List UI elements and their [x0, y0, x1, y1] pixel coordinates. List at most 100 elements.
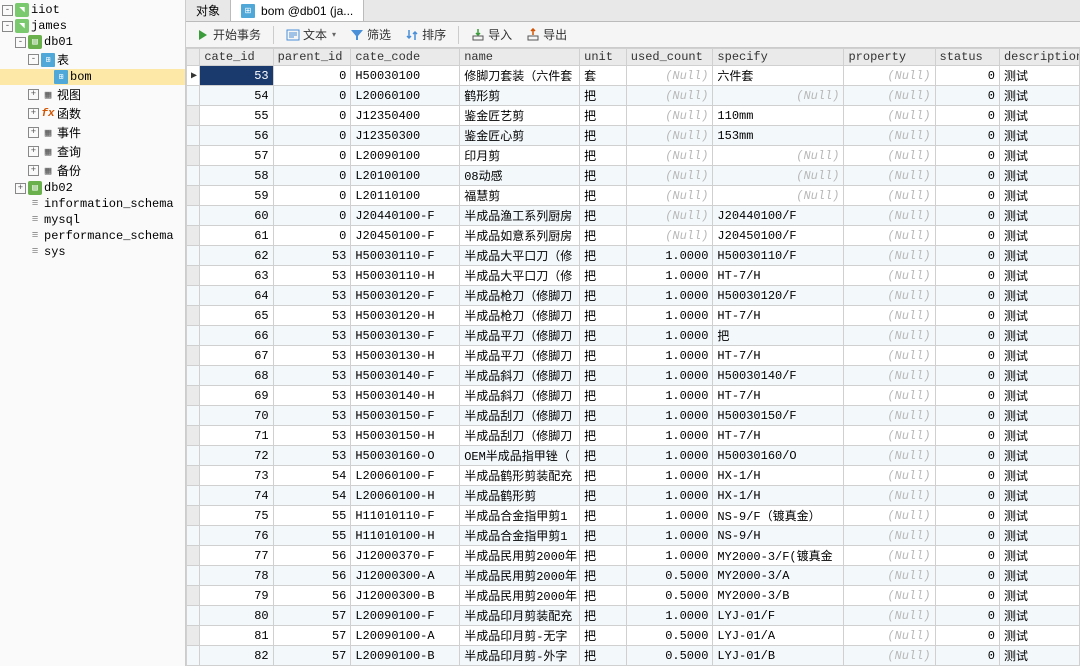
cell-used_count[interactable]: (Null): [626, 146, 713, 166]
cell-used_count[interactable]: 1.0000: [626, 406, 713, 426]
cell-unit[interactable]: 把: [580, 346, 627, 366]
cell-parent_id[interactable]: 53: [273, 406, 351, 426]
cell-parent_id[interactable]: 56: [273, 586, 351, 606]
row-marker[interactable]: [187, 186, 200, 206]
begin-transaction-button[interactable]: 开始事务: [190, 24, 267, 45]
cell-name[interactable]: 鉴金匠心剪: [460, 126, 580, 146]
cell-unit[interactable]: 把: [580, 546, 627, 566]
cell-specify[interactable]: H50030120/F: [713, 286, 844, 306]
cell-used_count[interactable]: (Null): [626, 126, 713, 146]
cell-specify[interactable]: MY2000-3/B: [713, 586, 844, 606]
cell-status[interactable]: 0: [935, 306, 999, 326]
cell-cate_code[interactable]: H50030120-F: [351, 286, 460, 306]
cell-cate_id[interactable]: 55: [200, 106, 273, 126]
cell-name[interactable]: 半成品平刀（修脚刀: [460, 346, 580, 366]
cell-cate_code[interactable]: J12000370-F: [351, 546, 460, 566]
data-grid[interactable]: cate_idparent_idcate_codenameunitused_co…: [186, 48, 1080, 666]
cell-cate_id[interactable]: 63: [200, 266, 273, 286]
cell-cate_id[interactable]: 54: [200, 86, 273, 106]
cell-used_count[interactable]: 1.0000: [626, 286, 713, 306]
table-row[interactable]: 6553H50030120-H半成品枪刀（修脚刀把1.0000HT-7/H(Nu…: [187, 306, 1080, 326]
cell-unit[interactable]: 把: [580, 486, 627, 506]
cell-description[interactable]: 测试: [999, 326, 1079, 346]
cell-cate_id[interactable]: 61: [200, 226, 273, 246]
cell-cate_id[interactable]: 71: [200, 426, 273, 446]
data-table[interactable]: cate_idparent_idcate_codenameunitused_co…: [186, 48, 1080, 666]
table-row[interactable]: 540L20060100鹤形剪把(Null)(Null)(Null)0测试: [187, 86, 1080, 106]
cell-used_count[interactable]: 1.0000: [626, 446, 713, 466]
row-marker[interactable]: [187, 426, 200, 446]
cell-used_count[interactable]: 1.0000: [626, 326, 713, 346]
cell-cate_code[interactable]: H50030140-H: [351, 386, 460, 406]
cell-unit[interactable]: 把: [580, 586, 627, 606]
cell-cate_id[interactable]: 72: [200, 446, 273, 466]
cell-parent_id[interactable]: 0: [273, 166, 351, 186]
cell-cate_code[interactable]: H50030150-H: [351, 426, 460, 446]
cell-description[interactable]: 测试: [999, 86, 1079, 106]
table-row[interactable]: 6653H50030130-F半成品平刀（修脚刀把1.0000把(Null)0测…: [187, 326, 1080, 346]
cell-cate_id[interactable]: 67: [200, 346, 273, 366]
cell-cate_id[interactable]: 60: [200, 206, 273, 226]
cell-parent_id[interactable]: 55: [273, 506, 351, 526]
table-row[interactable]: 6353H50030110-H半成品大平口刀（修把1.0000HT-7/H(Nu…: [187, 266, 1080, 286]
cell-specify[interactable]: HT-7/H: [713, 386, 844, 406]
row-marker[interactable]: [187, 286, 200, 306]
cell-cate_id[interactable]: 64: [200, 286, 273, 306]
cell-status[interactable]: 0: [935, 326, 999, 346]
row-marker[interactable]: [187, 126, 200, 146]
table-row[interactable]: 580L2010010008动感把(Null)(Null)(Null)0测试: [187, 166, 1080, 186]
cell-description[interactable]: 测试: [999, 546, 1079, 566]
row-marker[interactable]: [187, 626, 200, 646]
cell-cate_code[interactable]: L20090100: [351, 146, 460, 166]
cell-property[interactable]: (Null): [844, 606, 935, 626]
row-marker[interactable]: [187, 366, 200, 386]
cell-cate_id[interactable]: 65: [200, 306, 273, 326]
row-marker[interactable]: [187, 306, 200, 326]
cell-description[interactable]: 测试: [999, 586, 1079, 606]
row-marker[interactable]: [187, 346, 200, 366]
cell-name[interactable]: 半成品斜刀（修脚刀: [460, 366, 580, 386]
cell-specify[interactable]: NS-9/F（镀真金）: [713, 506, 844, 526]
cell-status[interactable]: 0: [935, 386, 999, 406]
table-row[interactable]: 7956J12000300-B半成品民用剪2000年把0.5000MY2000-…: [187, 586, 1080, 606]
cell-used_count[interactable]: 0.5000: [626, 626, 713, 646]
table-row[interactable]: 8057L20090100-F半成品印月剪装配充把1.0000LYJ-01/F(…: [187, 606, 1080, 626]
table-row[interactable]: 6453H50030120-F半成品枪刀（修脚刀把1.0000H50030120…: [187, 286, 1080, 306]
cell-description[interactable]: 测试: [999, 206, 1079, 226]
cell-description[interactable]: 测试: [999, 626, 1079, 646]
cell-parent_id[interactable]: 0: [273, 146, 351, 166]
cell-used_count[interactable]: 1.0000: [626, 366, 713, 386]
row-marker[interactable]: [187, 506, 200, 526]
cell-cate_code[interactable]: J20440100-F: [351, 206, 460, 226]
cell-specify[interactable]: MY2000-3/A: [713, 566, 844, 586]
cell-description[interactable]: 测试: [999, 166, 1079, 186]
cell-cate_code[interactable]: L20100100: [351, 166, 460, 186]
table-row[interactable]: 610J20450100-F半成品如意系列厨房把(Null)J20450100/…: [187, 226, 1080, 246]
cell-specify[interactable]: 153mm: [713, 126, 844, 146]
cell-name[interactable]: 半成品大平口刀（修: [460, 266, 580, 286]
tree-toggle-icon[interactable]: +: [28, 127, 39, 138]
tree-item-函数[interactable]: +fx函数: [0, 104, 185, 123]
tree-toggle-icon[interactable]: -: [2, 5, 13, 16]
cell-description[interactable]: 测试: [999, 606, 1079, 626]
table-row[interactable]: 560J12350300鉴金匠心剪把(Null)153mm(Null)0测试: [187, 126, 1080, 146]
cell-cate_code[interactable]: J12350300: [351, 126, 460, 146]
cell-property[interactable]: (Null): [844, 366, 935, 386]
table-row[interactable]: 6953H50030140-H半成品斜刀（修脚刀把1.0000HT-7/H(Nu…: [187, 386, 1080, 406]
cell-specify[interactable]: LYJ-01/A: [713, 626, 844, 646]
cell-used_count[interactable]: (Null): [626, 66, 713, 86]
cell-status[interactable]: 0: [935, 426, 999, 446]
cell-property[interactable]: (Null): [844, 326, 935, 346]
cell-cate_code[interactable]: J20450100-F: [351, 226, 460, 246]
cell-unit[interactable]: 把: [580, 646, 627, 666]
cell-cate_code[interactable]: H50030160-O: [351, 446, 460, 466]
cell-parent_id[interactable]: 0: [273, 86, 351, 106]
column-header-parent_id[interactable]: parent_id: [273, 49, 351, 66]
cell-specify[interactable]: HX-1/H: [713, 466, 844, 486]
cell-status[interactable]: 0: [935, 266, 999, 286]
cell-cate_code[interactable]: H50030100: [351, 66, 460, 86]
cell-cate_id[interactable]: 73: [200, 466, 273, 486]
cell-cate_code[interactable]: H11010100-H: [351, 526, 460, 546]
cell-status[interactable]: 0: [935, 206, 999, 226]
cell-parent_id[interactable]: 54: [273, 466, 351, 486]
